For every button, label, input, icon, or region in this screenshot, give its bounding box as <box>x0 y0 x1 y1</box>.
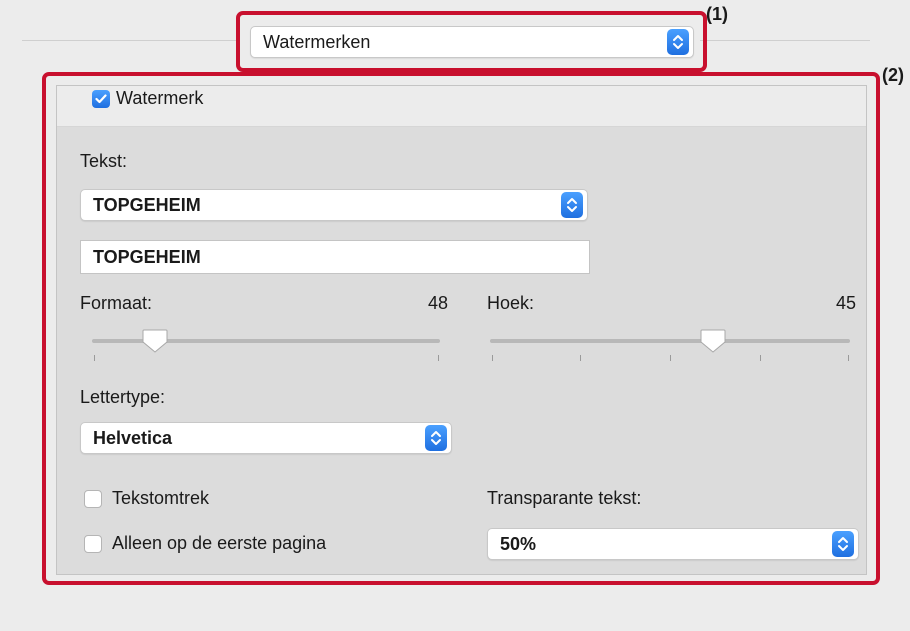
angle-label: Hoek: <box>487 293 535 313</box>
angle-slider-track <box>490 339 850 343</box>
text-input-value: TOPGEHEIM <box>93 246 201 267</box>
chevron-updown-icon <box>832 531 854 557</box>
size-slider-thumb[interactable] <box>141 328 169 354</box>
chevron-updown-icon <box>561 192 583 218</box>
text-popup[interactable]: TOPGEHEIM <box>80 189 588 221</box>
transparency-popup-value: 50% <box>500 533 537 554</box>
annotation-box-1 <box>236 11 707 72</box>
annotation-label-1: (1) <box>706 4 728 24</box>
transparency-label: Transparante tekst: <box>487 488 642 508</box>
annotation-label-2: (2) <box>882 65 904 85</box>
outline-checkbox[interactable] <box>84 490 102 508</box>
size-label: Formaat: <box>80 293 153 313</box>
size-slider-tick <box>438 355 439 361</box>
font-label: Lettertype: <box>80 387 166 407</box>
font-popup[interactable]: Helvetica <box>80 422 452 454</box>
angle-value: 45 <box>836 293 857 313</box>
watermark-checkbox[interactable] <box>92 90 110 108</box>
first-page-only-label: Alleen op de eerste pagina <box>112 533 327 553</box>
size-value: 48 <box>428 293 449 313</box>
angle-slider-tick <box>580 355 581 361</box>
angle-slider[interactable] <box>476 325 860 365</box>
text-label: Tekst: <box>80 151 128 171</box>
checkmark-icon <box>95 94 107 104</box>
font-popup-value: Helvetica <box>93 427 173 448</box>
chevron-updown-icon <box>425 425 447 451</box>
watermark-checkbox-label: Watermerk <box>116 88 204 108</box>
outline-checkbox-label: Tekstomtrek <box>112 488 210 508</box>
top-separator-right <box>700 40 870 41</box>
angle-slider-tick <box>848 355 849 361</box>
text-popup-value: TOPGEHEIM <box>93 194 201 215</box>
first-page-only-checkbox[interactable] <box>84 535 102 553</box>
angle-slider-tick <box>670 355 671 361</box>
angle-slider-thumb[interactable] <box>699 328 727 354</box>
top-separator-left <box>22 40 240 41</box>
size-slider-tick <box>94 355 95 361</box>
angle-slider-tick <box>492 355 493 361</box>
text-input[interactable]: TOPGEHEIM <box>80 240 590 274</box>
angle-slider-tick <box>760 355 761 361</box>
size-slider[interactable] <box>80 325 452 365</box>
transparency-popup[interactable]: 50% <box>487 528 859 560</box>
